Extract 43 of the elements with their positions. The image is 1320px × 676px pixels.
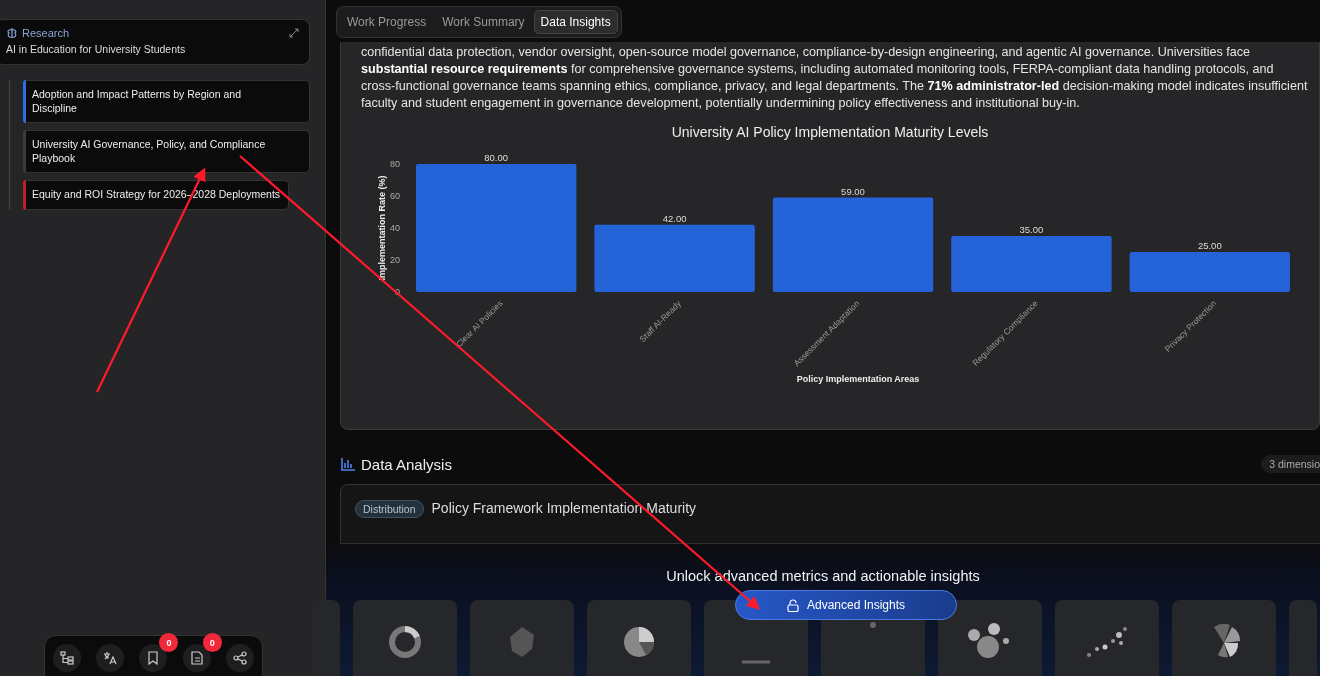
count-badge: 0 <box>202 633 222 652</box>
value-label: 25.00 <box>1197 240 1222 251</box>
y-tick-label: 60 <box>390 191 400 201</box>
share-button[interactable] <box>226 644 255 672</box>
value-label: 59.00 <box>841 185 865 197</box>
document-button[interactable] <box>182 644 211 672</box>
category-tag: Distribution <box>355 500 424 518</box>
analysis-title: Policy Framework Implementation Maturity <box>431 500 697 516</box>
bar-chart-icon <box>341 457 355 471</box>
y-tick-label: 80 <box>390 159 400 169</box>
dimensions-pill: 3 dimensio <box>1261 455 1320 473</box>
chart-title: University AI Policy Implementation Maturity Levels <box>670 124 990 140</box>
advanced-insights-button[interactable]: Advanced Insights <box>735 590 957 620</box>
expand-icon[interactable] <box>289 28 299 38</box>
outline-item[interactable]: Adoption and Impact Patterns by Region and Discipline <box>26 80 310 123</box>
insight-paragraph: confidential data protection, vendor oversight, open-source model governance, compliance-by-design engineering, and agentic AI governance. Universities face substantial resource requirements for comprehensive governance systems, including automated monitoring tools, FERPA-compliant data handling protocols, and cross-functional governance teams spanning ethics, compliance, privacy, and legal departments. The 71% administrator-led decision-making model indicates insufficient faculty and student engagement in governance development, potentially undermining policy effectiveness and institutional buy-in. <box>361 44 1309 112</box>
research-label: Research <box>22 27 70 39</box>
tab[interactable]: Data Insights <box>533 10 618 34</box>
translate-button[interactable] <box>96 644 125 672</box>
research-title: AI in Education for University Students <box>6 43 187 55</box>
y-tick-label: 20 <box>390 255 400 265</box>
section-title: Data Analysis <box>361 455 452 473</box>
translate-icon <box>103 651 118 665</box>
tree-icon <box>59 651 74 665</box>
research-card[interactable]: Research AI in Education for University Students <box>0 19 310 65</box>
y-axis-label: Implementation Rate (%) <box>377 175 387 281</box>
tab[interactable]: Work Summary <box>435 10 532 34</box>
document-icon <box>189 651 204 665</box>
lock-icon <box>786 598 799 612</box>
analysis-card[interactable]: Distribution Policy Framework Implementation Maturity <box>340 484 1320 544</box>
bookmark-button[interactable] <box>139 644 168 672</box>
bookmark-icon <box>146 651 161 665</box>
value-label: 42.00 <box>662 212 687 224</box>
x-axis-label: Policy Implementation Areas <box>796 374 920 384</box>
value-label: 80.00 <box>484 152 509 163</box>
count-badge: 0 <box>159 633 179 652</box>
outline-item[interactable]: University AI Governance, Policy, and Compliance Playbook <box>26 130 310 173</box>
value-label: 35.00 <box>1019 224 1044 235</box>
tree-button[interactable] <box>52 644 81 672</box>
share-icon <box>233 651 248 665</box>
tab[interactable]: Work Progress <box>340 10 434 34</box>
brain-icon <box>6 27 18 39</box>
y-tick-label: 40 <box>390 223 400 233</box>
